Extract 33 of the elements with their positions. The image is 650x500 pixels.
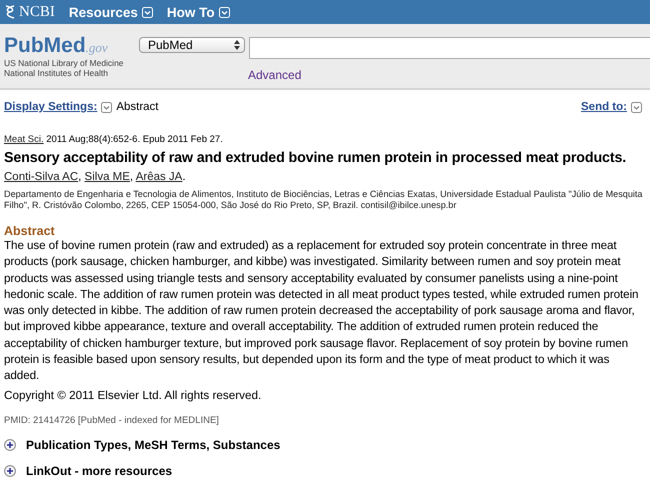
format-label: Abstract [116,101,158,113]
citation-text: Meat Sci. 2011 Aug;88(4):652-6. Epub 2011 Feb 27. [4,134,224,145]
author-link[interactable]: Silva ME [84,171,130,183]
dropdown-icon[interactable] [631,102,642,112]
plus-icon[interactable] [4,464,16,477]
separator-text: , [130,171,134,183]
dropdown-icon[interactable] [101,102,112,112]
pmid-text: PMID: 21414726 [PubMed - indexed for MEDLINE] [4,414,220,426]
abstract-heading: Abstract [4,224,56,238]
section-toggle[interactable]: LinkOut - more resources [26,464,172,478]
affiliation-text: Departamento de Engenharia e Tecnologia de Alimentos, Instituto de Biociências, Letras e Ciências Exatas, Universidade Estadual Paulista "Júlio de Mesquita Filho", R. Cristóvão Colombo, 2265, CEP 15054-000, São José do Rio Preto, SP, Brazil. contisil@ibilce.unesp.br [4,189,644,211]
advanced-link[interactable]: Advanced [248,68,302,82]
abstract-text: The use of bovine rumen protein (raw and extruded) as a replacement for extruded soy protein concentrate in three meat products (pork sausage, chicken hamburger, and kibbe) was investigated. Similarity between rumen and soy protein meat products was assessed using triangle tests and sensory acceptability evaluated by consumer panelists using a nine-point hedonic scale. The addition of raw rumen protein was detected in all meat product types tested, while extruded rumen protein was only detected in kibbe. The addition of raw rumen protein decreased the acceptability of pork sausage aroma and flavor, but improved kibbe appearance, texture and overall acceptability. The addition of extruded rumen protein reduced the acceptability of chicken hamburger texture, but improved pork sausage flavor. Replacement of soy protein by bovine rumen protein is feasible based upon sensory results, but depended upon its form and the type of meat product to which it was added. [4,238,640,384]
search-field[interactable] [249,37,650,59]
send-to-link[interactable]: Send to: [581,101,627,113]
plus-icon[interactable] [4,438,16,451]
ncbi-logo[interactable]: NCBI [19,4,55,20]
display-settings-link[interactable]: Display Settings: [4,101,98,113]
separator-text: . [182,171,186,183]
article-title: Sensory acceptability of raw and extruded bovine rumen protein in processed meat products. [4,150,628,166]
copyright-text: Copyright © 2011 Elsevier Ltd. All rights reserved. [4,388,262,402]
menu-link[interactable]: Resources [68,4,138,20]
organization-text: US National Library of Medicine National Institutes of Health [4,58,125,78]
author-link[interactable]: Conti-Silva AC [4,171,78,183]
author-link[interactable]: Arêas JA [136,171,182,183]
separator-text: , [78,171,82,183]
pubmed-logo[interactable]: PubMed.gov [4,34,139,58]
database-select[interactable]: PubMed [139,37,245,53]
helix-icon [4,4,16,20]
menu-link[interactable]: How To [166,4,215,20]
up-down-arrows-icon[interactable] [234,40,240,50]
journal-link[interactable]: Meat Sci. [4,134,44,145]
section-toggle[interactable]: Publication Types, MeSH Terms, Substances [26,438,280,452]
